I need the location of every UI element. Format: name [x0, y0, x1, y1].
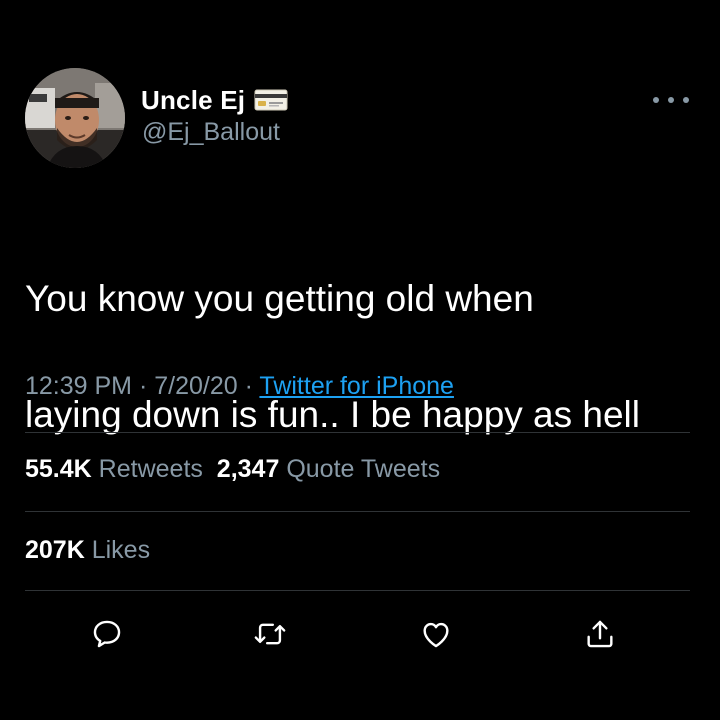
name-row[interactable]: Uncle Ej — [141, 83, 288, 117]
action-bar — [0, 612, 720, 656]
quote-tweets-label: Quote Tweets — [286, 455, 441, 483]
quote-tweets-stat[interactable]: 2,347 Quote Tweets — [217, 455, 440, 483]
more-dot — [653, 97, 659, 103]
reply-icon — [93, 620, 121, 648]
likes-label: Likes — [91, 536, 151, 564]
likes-count: 207K — [25, 536, 85, 564]
heart-icon — [423, 622, 449, 648]
divider — [25, 511, 690, 512]
retweet-button[interactable] — [248, 612, 292, 656]
divider — [25, 590, 690, 591]
tweet-date[interactable]: 7/20/20 — [154, 372, 237, 400]
meta-separator: · — [237, 372, 260, 400]
share-button[interactable] — [578, 612, 622, 656]
more-options-icon[interactable] — [653, 90, 689, 110]
avatar[interactable] — [25, 68, 125, 168]
retweets-stat[interactable]: 55.4K Retweets — [25, 455, 203, 483]
tweet-source-link[interactable]: Twitter for iPhone — [259, 372, 454, 400]
avatar-photo — [25, 68, 125, 168]
tweet-meta: 12:39 PM · 7/20/20 · Twitter for iPhone — [25, 372, 454, 401]
retweet-stats-row: 55.4K Retweets 2,347 Quote Tweets — [25, 455, 440, 484]
reply-button[interactable] — [85, 612, 129, 656]
retweet-icon — [254, 623, 286, 645]
divider — [25, 432, 690, 433]
like-button[interactable] — [414, 612, 458, 656]
likes-stats-row: 207K Likes — [25, 536, 150, 565]
more-dot — [668, 97, 674, 103]
meta-separator: · — [132, 372, 155, 400]
more-dot — [683, 97, 689, 103]
share-icon — [587, 620, 613, 648]
tweet-text-line: You know you getting old when — [25, 278, 534, 319]
quote-tweets-count: 2,347 — [216, 455, 280, 483]
user-handle[interactable]: @Ej_Ballout — [142, 118, 280, 147]
retweets-count: 55.4K — [25, 455, 92, 483]
tweet-detail: Uncle Ej @Ej_Ballout You know you gettin… — [0, 0, 720, 720]
likes-stat[interactable]: 207K Likes — [25, 536, 150, 564]
display-name[interactable]: Uncle Ej — [141, 85, 245, 116]
credit-card-icon — [254, 89, 288, 111]
tweet-time[interactable]: 12:39 PM — [25, 372, 132, 400]
retweets-label: Retweets — [98, 455, 203, 483]
